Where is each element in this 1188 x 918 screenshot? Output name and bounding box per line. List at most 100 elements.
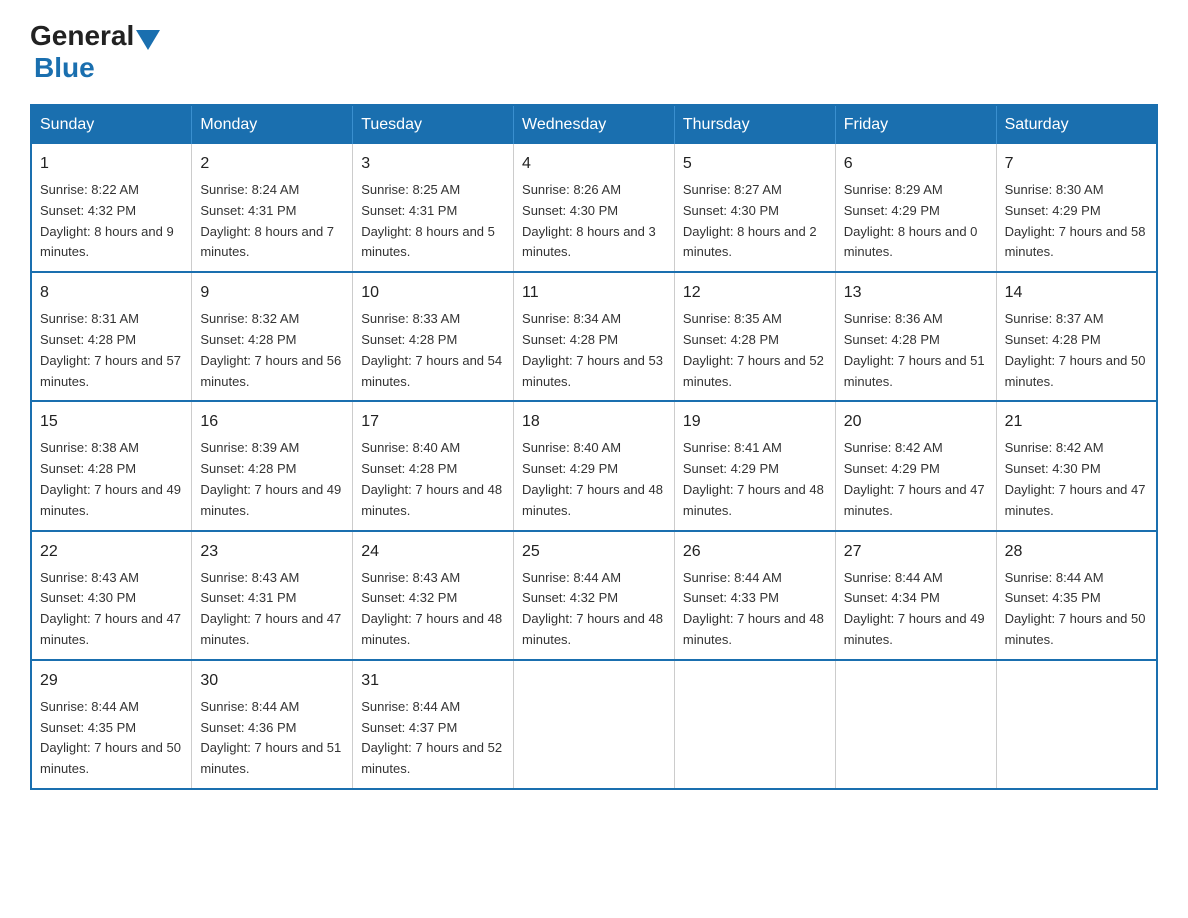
day-info: Sunrise: 8:44 AMSunset: 4:35 PMDaylight:… [1005,570,1146,647]
calendar-cell [674,660,835,789]
day-number: 3 [361,152,505,176]
day-number: 6 [844,152,988,176]
day-info: Sunrise: 8:31 AMSunset: 4:28 PMDaylight:… [40,311,181,388]
calendar-week-row: 8 Sunrise: 8:31 AMSunset: 4:28 PMDayligh… [31,272,1157,401]
day-number: 12 [683,281,827,305]
calendar-cell: 3 Sunrise: 8:25 AMSunset: 4:31 PMDayligh… [353,144,514,272]
day-info: Sunrise: 8:30 AMSunset: 4:29 PMDaylight:… [1005,182,1146,259]
day-number: 8 [40,281,183,305]
calendar-cell: 21 Sunrise: 8:42 AMSunset: 4:30 PMDaylig… [996,401,1157,530]
day-number: 9 [200,281,344,305]
day-number: 11 [522,281,666,305]
calendar-cell: 22 Sunrise: 8:43 AMSunset: 4:30 PMDaylig… [31,531,192,660]
day-number: 27 [844,540,988,564]
weekday-header-saturday: Saturday [996,105,1157,144]
day-number: 4 [522,152,666,176]
calendar-cell: 4 Sunrise: 8:26 AMSunset: 4:30 PMDayligh… [514,144,675,272]
day-info: Sunrise: 8:26 AMSunset: 4:30 PMDaylight:… [522,182,656,259]
page-header: General Blue [30,20,1158,84]
calendar-cell: 19 Sunrise: 8:41 AMSunset: 4:29 PMDaylig… [674,401,835,530]
calendar-cell: 11 Sunrise: 8:34 AMSunset: 4:28 PMDaylig… [514,272,675,401]
calendar-cell: 7 Sunrise: 8:30 AMSunset: 4:29 PMDayligh… [996,144,1157,272]
calendar-week-row: 29 Sunrise: 8:44 AMSunset: 4:35 PMDaylig… [31,660,1157,789]
calendar-cell: 17 Sunrise: 8:40 AMSunset: 4:28 PMDaylig… [353,401,514,530]
day-info: Sunrise: 8:40 AMSunset: 4:28 PMDaylight:… [361,440,502,517]
day-number: 19 [683,410,827,434]
weekday-header-friday: Friday [835,105,996,144]
calendar-cell: 29 Sunrise: 8:44 AMSunset: 4:35 PMDaylig… [31,660,192,789]
weekday-header-row: SundayMondayTuesdayWednesdayThursdayFrid… [31,105,1157,144]
day-number: 18 [522,410,666,434]
calendar-week-row: 22 Sunrise: 8:43 AMSunset: 4:30 PMDaylig… [31,531,1157,660]
calendar-cell: 25 Sunrise: 8:44 AMSunset: 4:32 PMDaylig… [514,531,675,660]
day-info: Sunrise: 8:22 AMSunset: 4:32 PMDaylight:… [40,182,174,259]
calendar-table: SundayMondayTuesdayWednesdayThursdayFrid… [30,104,1158,790]
day-info: Sunrise: 8:35 AMSunset: 4:28 PMDaylight:… [683,311,824,388]
logo: General Blue [30,20,162,84]
day-info: Sunrise: 8:44 AMSunset: 4:35 PMDaylight:… [40,699,181,776]
day-info: Sunrise: 8:44 AMSunset: 4:32 PMDaylight:… [522,570,663,647]
day-number: 10 [361,281,505,305]
calendar-week-row: 15 Sunrise: 8:38 AMSunset: 4:28 PMDaylig… [31,401,1157,530]
day-info: Sunrise: 8:43 AMSunset: 4:31 PMDaylight:… [200,570,341,647]
day-info: Sunrise: 8:40 AMSunset: 4:29 PMDaylight:… [522,440,663,517]
day-number: 14 [1005,281,1148,305]
calendar-cell: 1 Sunrise: 8:22 AMSunset: 4:32 PMDayligh… [31,144,192,272]
day-info: Sunrise: 8:24 AMSunset: 4:31 PMDaylight:… [200,182,334,259]
day-info: Sunrise: 8:44 AMSunset: 4:37 PMDaylight:… [361,699,502,776]
calendar-cell: 23 Sunrise: 8:43 AMSunset: 4:31 PMDaylig… [192,531,353,660]
calendar-cell: 28 Sunrise: 8:44 AMSunset: 4:35 PMDaylig… [996,531,1157,660]
calendar-cell: 31 Sunrise: 8:44 AMSunset: 4:37 PMDaylig… [353,660,514,789]
calendar-cell: 6 Sunrise: 8:29 AMSunset: 4:29 PMDayligh… [835,144,996,272]
day-number: 1 [40,152,183,176]
day-info: Sunrise: 8:41 AMSunset: 4:29 PMDaylight:… [683,440,824,517]
calendar-week-row: 1 Sunrise: 8:22 AMSunset: 4:32 PMDayligh… [31,144,1157,272]
weekday-header-monday: Monday [192,105,353,144]
day-number: 2 [200,152,344,176]
calendar-cell: 5 Sunrise: 8:27 AMSunset: 4:30 PMDayligh… [674,144,835,272]
calendar-cell: 26 Sunrise: 8:44 AMSunset: 4:33 PMDaylig… [674,531,835,660]
day-info: Sunrise: 8:39 AMSunset: 4:28 PMDaylight:… [200,440,341,517]
day-number: 29 [40,669,183,693]
day-info: Sunrise: 8:43 AMSunset: 4:32 PMDaylight:… [361,570,502,647]
day-number: 7 [1005,152,1148,176]
calendar-cell: 18 Sunrise: 8:40 AMSunset: 4:29 PMDaylig… [514,401,675,530]
day-info: Sunrise: 8:32 AMSunset: 4:28 PMDaylight:… [200,311,341,388]
calendar-cell: 13 Sunrise: 8:36 AMSunset: 4:28 PMDaylig… [835,272,996,401]
calendar-cell: 9 Sunrise: 8:32 AMSunset: 4:28 PMDayligh… [192,272,353,401]
calendar-cell: 10 Sunrise: 8:33 AMSunset: 4:28 PMDaylig… [353,272,514,401]
day-info: Sunrise: 8:38 AMSunset: 4:28 PMDaylight:… [40,440,181,517]
day-info: Sunrise: 8:44 AMSunset: 4:33 PMDaylight:… [683,570,824,647]
calendar-cell: 24 Sunrise: 8:43 AMSunset: 4:32 PMDaylig… [353,531,514,660]
day-info: Sunrise: 8:36 AMSunset: 4:28 PMDaylight:… [844,311,985,388]
day-number: 25 [522,540,666,564]
day-info: Sunrise: 8:29 AMSunset: 4:29 PMDaylight:… [844,182,978,259]
day-number: 26 [683,540,827,564]
calendar-cell: 15 Sunrise: 8:38 AMSunset: 4:28 PMDaylig… [31,401,192,530]
day-info: Sunrise: 8:44 AMSunset: 4:36 PMDaylight:… [200,699,341,776]
day-info: Sunrise: 8:43 AMSunset: 4:30 PMDaylight:… [40,570,181,647]
calendar-cell: 14 Sunrise: 8:37 AMSunset: 4:28 PMDaylig… [996,272,1157,401]
day-info: Sunrise: 8:37 AMSunset: 4:28 PMDaylight:… [1005,311,1146,388]
logo-blue-text: Blue [34,52,95,83]
day-info: Sunrise: 8:34 AMSunset: 4:28 PMDaylight:… [522,311,663,388]
day-number: 28 [1005,540,1148,564]
logo-triangle-icon [136,30,160,50]
day-number: 30 [200,669,344,693]
day-info: Sunrise: 8:44 AMSunset: 4:34 PMDaylight:… [844,570,985,647]
day-number: 22 [40,540,183,564]
calendar-cell: 30 Sunrise: 8:44 AMSunset: 4:36 PMDaylig… [192,660,353,789]
calendar-cell: 12 Sunrise: 8:35 AMSunset: 4:28 PMDaylig… [674,272,835,401]
calendar-cell: 27 Sunrise: 8:44 AMSunset: 4:34 PMDaylig… [835,531,996,660]
calendar-cell [835,660,996,789]
weekday-header-sunday: Sunday [31,105,192,144]
day-info: Sunrise: 8:27 AMSunset: 4:30 PMDaylight:… [683,182,817,259]
day-info: Sunrise: 8:42 AMSunset: 4:29 PMDaylight:… [844,440,985,517]
day-number: 31 [361,669,505,693]
calendar-cell [996,660,1157,789]
calendar-cell: 16 Sunrise: 8:39 AMSunset: 4:28 PMDaylig… [192,401,353,530]
weekday-header-tuesday: Tuesday [353,105,514,144]
logo-general-text: General [30,20,134,52]
day-number: 5 [683,152,827,176]
day-number: 17 [361,410,505,434]
